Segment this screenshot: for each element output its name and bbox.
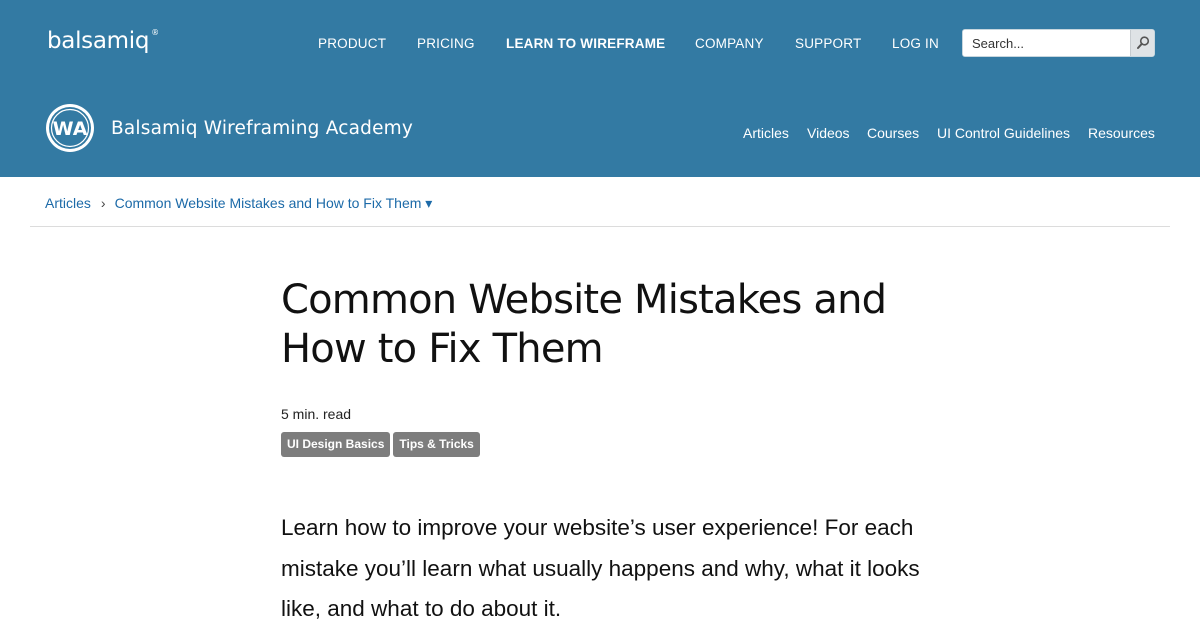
article-header: Common Website Mistakes and How to Fix T…	[281, 276, 921, 374]
registered-mark: ®	[151, 28, 159, 38]
subnav-resources[interactable]: Resources	[1088, 125, 1155, 141]
breadcrumb-divider	[30, 226, 1170, 227]
tag-list: UI Design Basics Tips & Tricks	[281, 432, 483, 457]
nav-learn-to-wireframe[interactable]: LEARN TO WIREFRAME	[506, 36, 665, 51]
nav-log-in[interactable]: LOG IN	[892, 36, 939, 51]
wa-badge-icon: WA	[46, 104, 94, 152]
subnav-courses[interactable]: Courses	[867, 125, 919, 141]
svg-text:WA: WA	[53, 118, 88, 140]
nav-product[interactable]: PRODUCT	[318, 36, 386, 51]
subnav-ui-control-guidelines[interactable]: UI Control Guidelines	[937, 125, 1070, 141]
breadcrumb: Articles › Common Website Mistakes and How…	[45, 195, 432, 212]
breadcrumb-articles[interactable]: Articles	[45, 195, 91, 211]
search-icon	[1137, 36, 1150, 49]
search-box	[962, 29, 1155, 57]
subnav-articles[interactable]: Articles	[743, 125, 789, 141]
tag-ui-design-basics[interactable]: UI Design Basics	[281, 432, 391, 457]
wireframing-academy-logo[interactable]: WA	[45, 103, 95, 153]
search-button[interactable]	[1130, 30, 1154, 56]
subnav-videos[interactable]: Videos	[807, 125, 850, 141]
article-intro: Learn how to improve your website’s user…	[281, 515, 920, 621]
read-time: 5 min. read	[281, 406, 352, 422]
breadcrumb-separator: ›	[100, 195, 106, 211]
search-input[interactable]	[963, 30, 1131, 56]
academy-title[interactable]: Balsamiq Wireframing Academy	[111, 118, 413, 139]
logo-text: balsamiq	[47, 28, 150, 54]
tag-tips-and-tricks[interactable]: Tips & Tricks	[393, 432, 480, 457]
site-header: balsamiq ® PRODUCT PRICING LEARN TO WIREF…	[0, 0, 1200, 177]
page-title: Common Website Mistakes and How to Fix T…	[281, 277, 887, 372]
nav-pricing[interactable]: PRICING	[417, 36, 475, 51]
nav-company[interactable]: COMPANY	[695, 36, 764, 51]
breadcrumb-current-dropdown[interactable]: Common Website Mistakes and How to Fix T…	[115, 195, 433, 211]
nav-support[interactable]: SUPPORT	[795, 36, 861, 51]
balsamiq-logo[interactable]: balsamiq ®	[47, 28, 159, 54]
